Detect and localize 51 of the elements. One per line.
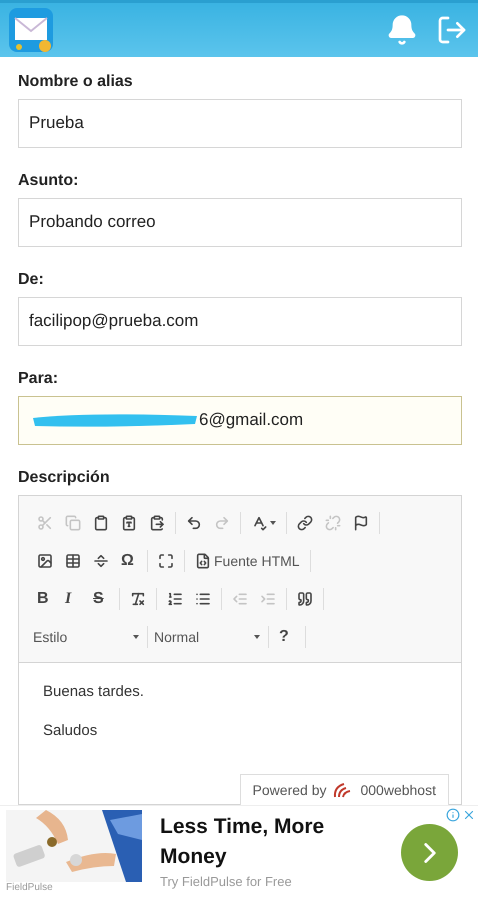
caret-icon [133, 634, 139, 639]
numbered-list-icon [167, 590, 183, 607]
horizontal-line-icon [93, 552, 109, 569]
field-label: Asunto: [18, 172, 80, 190]
info-icon[interactable] [446, 808, 460, 822]
input-field[interactable]: 6@gmail.com [18, 396, 462, 445]
outdent-icon [232, 590, 248, 607]
ad-brand: FieldPulse [6, 882, 54, 893]
field-label: Para: [18, 370, 60, 388]
paste-text-icon [121, 514, 137, 531]
cut-icon [37, 514, 53, 531]
caret-icon [254, 634, 260, 639]
input-field[interactable]: facilipop@prueba.com [18, 296, 462, 346]
format-button[interactable]: I [59, 586, 87, 611]
redo-icon [214, 514, 230, 531]
format-button[interactable]: ? [273, 624, 301, 649]
clear-format-icon [130, 590, 146, 607]
source-code-icon [195, 552, 211, 569]
editor-text: Saludos [43, 722, 98, 739]
input-field[interactable]: Probando correo [18, 198, 462, 247]
indent-icon [260, 590, 276, 607]
quote-icon [297, 590, 313, 607]
maximize-icon [158, 552, 174, 569]
source-button[interactable]: Fuente HTML [189, 548, 306, 573]
field-label: Descripción [18, 468, 111, 487]
bullet-list-icon [195, 590, 211, 607]
link-icon [297, 514, 313, 531]
style-dropdown[interactable]: Estilo [31, 628, 143, 645]
paste-word-icon [149, 514, 165, 531]
ad-subtitle: Try FieldPulse for Free [160, 874, 293, 889]
input-field[interactable]: Prueba [18, 98, 462, 148]
spellcheck-icon [251, 514, 267, 531]
format-button[interactable]: S [87, 586, 115, 611]
style-dropdown[interactable]: Normal [152, 628, 264, 645]
unlink-icon [325, 514, 341, 531]
table-icon [65, 552, 81, 569]
app-logo-icon [8, 6, 54, 53]
powered-by-badge[interactable]: Powered by 000webhost [240, 774, 449, 806]
field-label: Nombre o alias [18, 72, 134, 91]
field-label: De: [18, 270, 45, 289]
undo-icon [186, 514, 202, 531]
rich-text-editor[interactable]: Ω Fuente HTML B I S Estilo Normal ? Buenas tardes. Saludos Powered by 000webhost [18, 494, 462, 805]
flag-icon [353, 514, 369, 531]
editor-text: Buenas tardes. [43, 682, 145, 700]
format-button[interactable]: B [31, 586, 59, 611]
copy-icon [65, 514, 81, 531]
ad-title: Less Time, More Money [160, 814, 326, 870]
format-button[interactable]: Ω [115, 548, 143, 573]
caret-icon [270, 520, 276, 525]
paste-icon [93, 514, 109, 531]
image-icon [37, 552, 53, 569]
